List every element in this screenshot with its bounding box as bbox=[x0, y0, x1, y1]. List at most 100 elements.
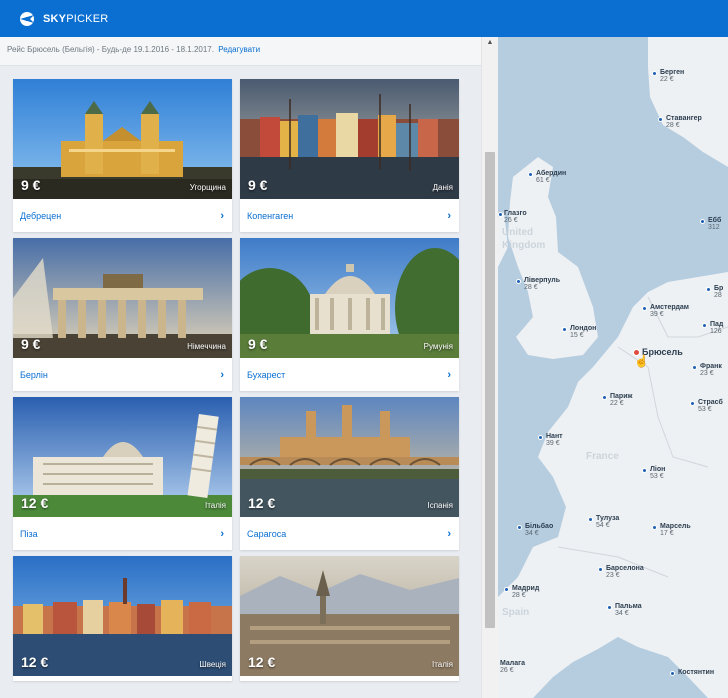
destination-card[interactable]: 12 € Іспанія Сарагоса › bbox=[240, 397, 459, 550]
destination-photo[interactable]: 12 € Швеція bbox=[13, 556, 232, 676]
destination-card[interactable]: 9 € Угорщина Дебрецен › bbox=[13, 79, 232, 232]
map-pin[interactable]: Абердин 61 € bbox=[528, 170, 567, 184]
chevron-right-icon[interactable]: › bbox=[447, 210, 451, 222]
results-scrollbar[interactable]: ▲ bbox=[481, 37, 498, 698]
map-pin[interactable]: Барселона 23 € bbox=[598, 565, 644, 579]
map-pin-city: Ліверпуль bbox=[524, 277, 561, 284]
map-pin[interactable]: Тулуза 54 € bbox=[588, 515, 620, 529]
map-pin[interactable]: Глазго 26 € bbox=[498, 210, 527, 224]
map-pin[interactable]: Малага 26 € bbox=[500, 660, 525, 674]
map-pin[interactable]: Пад 126 bbox=[702, 321, 724, 335]
card-footer[interactable]: Сарагоса › bbox=[240, 517, 459, 550]
map-pin-city: Малага bbox=[500, 660, 525, 667]
map-pin-city: Барселона bbox=[606, 565, 644, 572]
map-pin[interactable]: Більбао 34 € bbox=[517, 523, 553, 537]
card-country: Угорщина bbox=[189, 183, 226, 192]
destination-card[interactable]: 12 € Італія Піза › bbox=[13, 397, 232, 550]
map-pin-price: 61 € bbox=[536, 177, 550, 184]
map-pin[interactable]: Мадрид 28 € bbox=[504, 585, 539, 599]
map-pin[interactable]: Ебб 312 bbox=[700, 217, 722, 231]
map-pin-price: 23 € bbox=[606, 572, 620, 579]
card-city-link[interactable]: Копенгаген bbox=[247, 211, 293, 221]
card-country: Італія bbox=[431, 660, 453, 669]
map-pin-price: 126 bbox=[710, 328, 722, 335]
card-footer[interactable]: Берлін › bbox=[13, 358, 232, 391]
card-price: 12 € bbox=[248, 654, 276, 670]
brand-bold: SKY bbox=[43, 12, 67, 25]
map-pin-city: Пад bbox=[710, 321, 724, 328]
map-pin-city: Бр bbox=[714, 285, 724, 292]
map-pin-city: Костянтин bbox=[678, 669, 715, 676]
map-pin[interactable]: Костянтин bbox=[670, 669, 715, 676]
destination-photo[interactable]: 9 € Німеччина bbox=[13, 238, 232, 358]
chevron-right-icon[interactable]: › bbox=[220, 528, 224, 540]
map-pin-price: 28 € bbox=[512, 592, 526, 599]
card-country: Іспанія bbox=[427, 501, 453, 510]
map-pin[interactable]: Ліверпуль 28 € bbox=[516, 277, 561, 291]
map-pin-price: 34 € bbox=[615, 610, 629, 617]
card-city-link[interactable]: Сарагоса bbox=[247, 529, 286, 539]
destination-photo[interactable]: 12 € Італія bbox=[13, 397, 232, 517]
scroll-up-arrow-icon[interactable]: ▲ bbox=[482, 37, 498, 49]
destination-card[interactable]: 9 € Німеччина Берлін › bbox=[13, 238, 232, 391]
card-city-link[interactable]: Бухарест bbox=[247, 370, 285, 380]
card-city-link[interactable]: Дебрецен bbox=[20, 211, 61, 221]
map-pin[interactable]: Берген 22 € bbox=[652, 69, 685, 83]
map-pin[interactable]: Париж 22 € bbox=[602, 393, 633, 407]
map-pin-city: Ебб bbox=[708, 217, 722, 224]
destination-card[interactable]: 12 € Італія bbox=[240, 556, 459, 681]
card-footer[interactable]: Піза › bbox=[13, 517, 232, 550]
map-pin[interactable]: Пальма 34 € bbox=[607, 603, 642, 617]
card-footer[interactable]: Дебрецен › bbox=[13, 199, 232, 232]
map-pin-city: Абердин bbox=[536, 170, 567, 177]
map-country-label: Spain bbox=[502, 607, 530, 618]
destination-photo[interactable]: 12 € Італія bbox=[240, 556, 459, 676]
map-pin-city: Амстердам bbox=[650, 304, 689, 311]
card-city-link[interactable]: Берлін bbox=[20, 370, 48, 380]
destination-photo[interactable]: 12 € Іспанія bbox=[240, 397, 459, 517]
map-pin-city: Париж bbox=[610, 393, 633, 400]
map-pin[interactable]: Бр 28 bbox=[706, 285, 724, 299]
map-pin-city: Берген bbox=[660, 69, 685, 76]
card-country: Румунія bbox=[423, 342, 453, 351]
map-pin[interactable]: Страсб 53 € bbox=[690, 399, 723, 413]
destination-photo[interactable]: 9 € Румунія bbox=[240, 238, 459, 358]
search-summary: Рейс Брюсель (Бельгія) - Будь-де 19.1.20… bbox=[7, 45, 214, 54]
card-footer[interactable]: Копенгаген › bbox=[240, 199, 459, 232]
map-pin[interactable]: Франк 23 € bbox=[692, 363, 722, 377]
chevron-right-icon[interactable]: › bbox=[220, 369, 224, 381]
chevron-right-icon[interactable]: › bbox=[447, 528, 451, 540]
map-pin-price: 22 € bbox=[610, 400, 624, 407]
chevron-right-icon[interactable]: › bbox=[220, 210, 224, 222]
search-summary-bar: Рейс Брюсель (Бельгія) - Будь-де 19.1.20… bbox=[0, 37, 481, 66]
skypicker-logo-icon[interactable] bbox=[16, 10, 38, 28]
map-pin-city: Тулуза bbox=[596, 515, 620, 522]
brand-logo[interactable]: SKYPICKER bbox=[43, 13, 108, 25]
map-pin[interactable]: Марсель 17 € bbox=[652, 523, 691, 537]
destination-card[interactable]: 9 € Данія Копенгаген › bbox=[240, 79, 459, 232]
card-city-link[interactable]: Піза bbox=[20, 529, 38, 539]
map-pin-price: 53 € bbox=[698, 406, 712, 413]
destination-photo[interactable]: 9 € Угорщина bbox=[13, 79, 232, 199]
destination-card[interactable]: 12 € Швеція bbox=[13, 556, 232, 681]
map-pin[interactable]: Лондон 15 € bbox=[562, 325, 597, 339]
map-pin-price: 22 € bbox=[660, 76, 674, 83]
destinations-map[interactable]: United Kingdom France Spain Берген 22 € С… bbox=[498, 37, 728, 698]
destination-card[interactable]: 9 € Румунія Бухарест › bbox=[240, 238, 459, 391]
top-navbar: SKYPICKER bbox=[0, 0, 728, 37]
map-pin[interactable]: Амстердам 39 € bbox=[642, 304, 689, 318]
card-footer[interactable]: Бухарест › bbox=[240, 358, 459, 391]
chevron-right-icon[interactable]: › bbox=[447, 369, 451, 381]
scrollbar-thumb[interactable] bbox=[485, 152, 495, 628]
map-pin-price: 39 € bbox=[546, 440, 560, 447]
map-pin[interactable]: Ліон 53 € bbox=[642, 466, 665, 480]
map-pin[interactable]: Ставангер 28 € bbox=[658, 115, 702, 129]
card-country: Данія bbox=[432, 183, 453, 192]
map-pin[interactable]: Нант 39 € bbox=[538, 433, 563, 447]
destination-photo[interactable]: 9 € Данія bbox=[240, 79, 459, 199]
map-country-label: Kingdom bbox=[502, 240, 546, 251]
map-pin-city: Лондон bbox=[570, 325, 597, 332]
map-pin-price: 39 € bbox=[650, 311, 664, 318]
edit-search-link[interactable]: Редагувати bbox=[218, 45, 260, 54]
card-price: 9 € bbox=[21, 177, 41, 193]
